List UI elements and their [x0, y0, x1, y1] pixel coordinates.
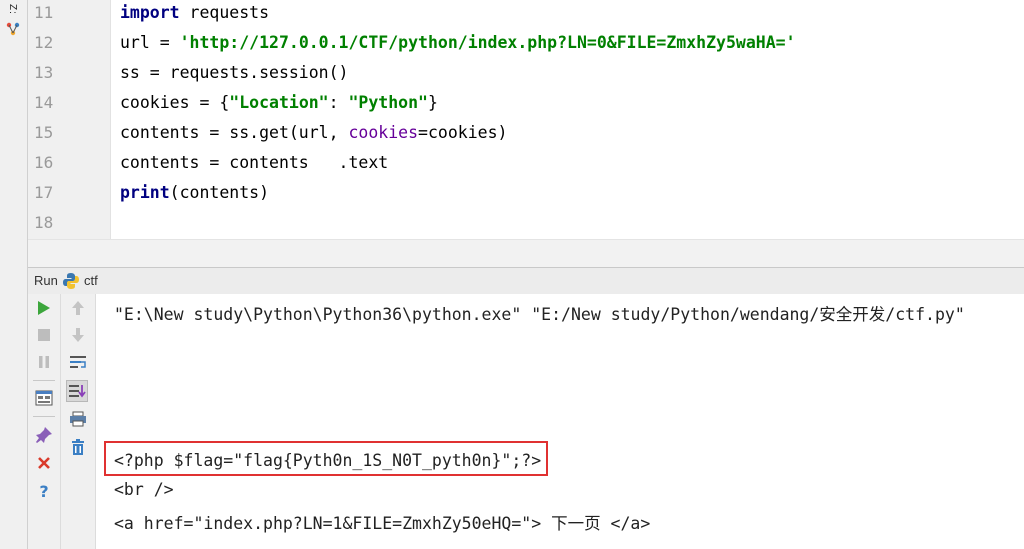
run-config-name[interactable]: ctf — [84, 273, 98, 288]
code-token: (contents) — [169, 183, 270, 202]
pin-icon — [36, 427, 52, 443]
close-button[interactable] — [33, 452, 55, 474]
left-tool-strip: Z: — [0, 0, 28, 549]
stop-button[interactable] — [33, 324, 55, 346]
code-editor[interactable]: 11 12 13 14 15 16 17 18 import requests url = 'h… — [28, 0, 1024, 239]
code-line[interactable]: ss = requests.session() — [120, 63, 348, 82]
toolbar-separator — [33, 416, 55, 417]
code-token: "Location" — [229, 93, 329, 112]
code-token: =cookies) — [418, 123, 508, 142]
code-token: contents = ss.get(url, — [120, 123, 349, 142]
pin-tab-button[interactable] — [33, 424, 55, 446]
line-number: 17 — [34, 183, 54, 202]
code-line[interactable]: print(contents) — [120, 183, 269, 202]
pause-icon — [39, 356, 49, 368]
arrow-down-icon — [72, 328, 84, 342]
pause-button[interactable] — [33, 351, 55, 373]
code-token: } — [427, 93, 438, 112]
code-line[interactable]: contents = contents .text — [120, 153, 388, 172]
line-number: 16 — [34, 153, 54, 172]
line-number: 12 — [34, 33, 54, 52]
code-token: : — [328, 93, 349, 112]
editor-scroll-area — [28, 239, 1024, 268]
arrow-up-icon — [72, 301, 84, 315]
scroll-to-end-button[interactable] — [66, 380, 88, 402]
code-token: "Python" — [348, 93, 428, 112]
clear-all-button[interactable] — [67, 436, 89, 458]
stop-icon — [38, 329, 50, 341]
line-number: 14 — [34, 93, 54, 112]
code-token: ss = requests.session() — [120, 63, 349, 82]
code-line[interactable]: contents = ss.get(url, cookies=cookies) — [120, 123, 507, 142]
scroll-end-icon — [69, 385, 86, 398]
play-icon — [38, 301, 50, 315]
console-output[interactable]: "E:\New study\Python\Python36\python.exe… — [96, 294, 1024, 549]
console-line-command: "E:\New study\Python\Python36\python.exe… — [114, 305, 965, 324]
code-token: url = — [120, 33, 180, 52]
code-line[interactable]: import requests — [120, 3, 269, 22]
scroll-up-button[interactable] — [67, 297, 89, 319]
python-icon — [63, 273, 79, 289]
rerun-button[interactable] — [33, 297, 55, 319]
restore-layout-button[interactable] — [33, 387, 55, 409]
structure-icon — [6, 22, 20, 36]
help-button[interactable]: ? — [33, 480, 55, 502]
line-number: 13 — [34, 63, 54, 82]
trash-icon — [72, 439, 84, 455]
code-token: contents = contents .text — [120, 153, 389, 172]
console-line-br: <br /> — [114, 480, 174, 499]
line-number: 15 — [34, 123, 54, 142]
scroll-down-button[interactable] — [67, 324, 89, 346]
print-button[interactable] — [67, 408, 89, 430]
svg-text:?: ? — [39, 483, 48, 499]
run-tab-label[interactable]: Run — [34, 273, 58, 288]
run-panel-header: Run ctf — [28, 267, 1024, 295]
structure-tab-label: Z: — [7, 4, 18, 15]
soft-wrap-button[interactable] — [67, 351, 89, 373]
line-number: 11 — [34, 3, 54, 22]
code-token: cookies = { — [120, 93, 230, 112]
line-number-gutter: 11 12 13 14 15 16 17 18 — [28, 0, 111, 239]
structure-tool-tab[interactable]: Z: — [4, 4, 22, 36]
help-icon: ? — [39, 483, 48, 499]
code-line[interactable]: url = 'http://127.0.0.1/CTF/python/index… — [120, 33, 796, 52]
console-toolbar — [61, 294, 96, 549]
toolbar-separator — [33, 380, 55, 381]
wrap-icon — [70, 356, 86, 368]
layout-icon — [35, 390, 53, 406]
console-line-link: <a href="index.php?LN=1&FILE=ZmxhZy50eHQ… — [114, 514, 651, 533]
line-number: 18 — [34, 213, 54, 232]
code-token: import — [120, 3, 180, 22]
code-line[interactable]: cookies = {"Location": "Python"} — [120, 93, 438, 112]
run-toolbar: ? — [28, 294, 61, 549]
code-token: print — [120, 183, 170, 202]
print-icon — [70, 411, 86, 427]
console-line-flag: <?php $flag="flag{Pyth0n_1S_N0T_pyth0n}"… — [114, 451, 542, 470]
code-token: cookies — [348, 123, 419, 142]
code-token: requests — [179, 3, 270, 22]
close-icon — [38, 457, 50, 469]
code-token: 'http://127.0.0.1/CTF/python/index.php?L… — [179, 33, 796, 52]
